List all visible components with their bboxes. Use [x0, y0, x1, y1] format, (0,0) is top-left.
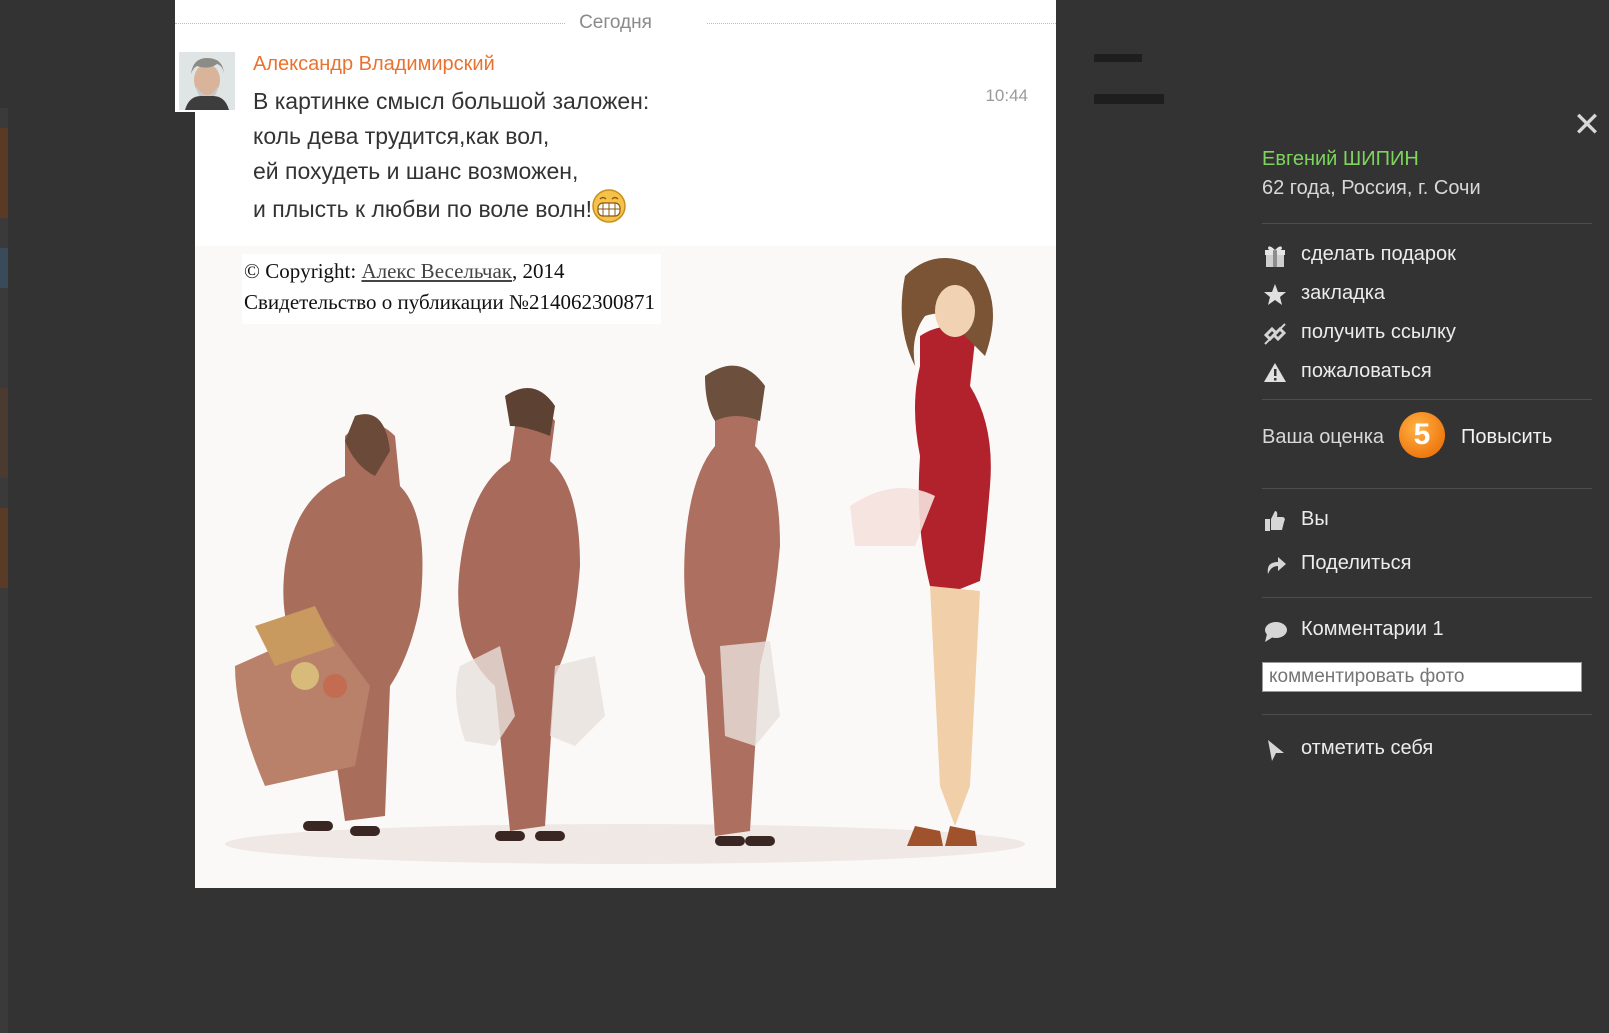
author-avatar[interactable]	[179, 52, 235, 110]
divider	[1262, 399, 1592, 400]
poem-line: коль дева трудится,как вол,	[253, 123, 550, 149]
comments-label: Комментарии 1	[1301, 618, 1444, 640]
post-text: В картинке смысл большой заложен: коль д…	[253, 84, 649, 227]
post-image[interactable]: © Copyright: Алекс Весельчак, 2014 Свиде…	[195, 246, 1056, 888]
like-label: Вы	[1301, 508, 1329, 530]
close-icon[interactable]: ✕	[1572, 108, 1602, 142]
menu-bar-icon	[1094, 54, 1142, 62]
poem-line: ей похудеть и шанс возможен,	[253, 158, 579, 184]
poem-line: В картинке смысл большой заложен:	[253, 88, 650, 114]
poem-line: и плысть к любви по воле волн!	[253, 196, 593, 222]
rating-row: Ваша оценка 5 Повысить	[1262, 412, 1592, 460]
warning-icon	[1262, 360, 1288, 386]
menu-bar-icon	[1094, 94, 1164, 104]
speech-bubble-icon	[1262, 618, 1288, 644]
action-label: сделать подарок	[1301, 243, 1456, 265]
owner-name-link[interactable]: Евгений ШИПИН	[1262, 148, 1419, 171]
raise-rating-button[interactable]: Повысить	[1461, 426, 1552, 449]
thumbs-up-icon	[1262, 508, 1288, 534]
divider	[1262, 488, 1592, 489]
post-card: Сегодня Александр Владимирский 10:44 В к…	[175, 0, 1056, 888]
divider	[1262, 597, 1592, 598]
star-icon	[1262, 282, 1288, 308]
background-page-strip	[0, 108, 8, 1033]
rating-badge[interactable]: 5	[1399, 412, 1445, 458]
cursor-arrow-icon	[1262, 737, 1288, 763]
action-label: получить ссылку	[1301, 321, 1456, 343]
action-label: закладка	[1301, 282, 1386, 304]
divider	[1262, 223, 1592, 224]
divider	[1262, 714, 1592, 715]
copyright-prefix: © Copyright:	[244, 259, 362, 283]
copyright-year: , 2014	[511, 259, 565, 283]
share-arrow-icon	[1262, 552, 1288, 578]
date-label: Сегодня	[565, 12, 666, 33]
date-separator: Сегодня	[175, 10, 1056, 36]
copyright-notice: © Copyright: Алекс Весельчак, 2014 Свиде…	[242, 254, 662, 324]
copyright-author-link[interactable]: Алекс Весельчак	[361, 259, 512, 283]
owner-info: 62 года, Россия, г. Сочи	[1262, 177, 1481, 199]
post-left-gap	[175, 112, 195, 888]
share-label: Поделиться	[1301, 552, 1412, 574]
publication-certificate: Свидетельство о публикации №214062300871	[244, 290, 656, 314]
gift-icon	[1262, 243, 1288, 269]
grin-smiley-icon	[592, 189, 626, 223]
action-label: пожаловаться	[1301, 360, 1432, 382]
post-time: 10:44	[985, 86, 1028, 105]
tag-self-label: отметить себя	[1301, 737, 1434, 759]
link-icon	[1262, 321, 1288, 347]
rating-label: Ваша оценка	[1262, 426, 1385, 448]
author-name-link[interactable]: Александр Владимирский	[253, 53, 495, 76]
comment-input[interactable]	[1262, 662, 1582, 692]
